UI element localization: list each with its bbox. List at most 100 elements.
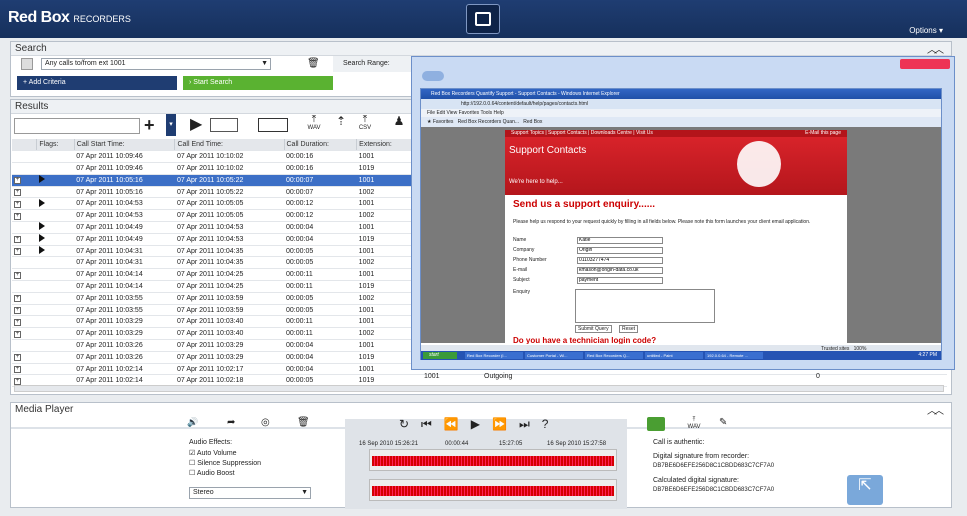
- delete-icon[interactable]: 🗑: [307, 58, 320, 69]
- expand-icon[interactable]: +: [14, 177, 21, 185]
- submit-button[interactable]: Submit Query: [575, 325, 612, 333]
- expand-cell[interactable]: [12, 162, 37, 175]
- form-field[interactable]: [577, 236, 663, 244]
- expand-cell[interactable]: +: [12, 292, 37, 305]
- taskbar-item[interactable]: Red Box Recorders Q...: [585, 352, 643, 359]
- silence-suppression-checkbox[interactable]: ☐ Silence Suppression: [189, 459, 261, 467]
- add-criteria-button[interactable]: + Add Criteria: [17, 76, 177, 90]
- page-heading: Support Contacts: [509, 145, 587, 156]
- auto-volume-checkbox[interactable]: ☑ Auto Volume: [189, 449, 237, 457]
- search-title: Search: [15, 43, 47, 54]
- expand-cell[interactable]: +: [12, 363, 37, 376]
- expand-icon[interactable]: +: [14, 318, 21, 326]
- taskbar-item[interactable]: Red Box Recorder (I...: [465, 352, 523, 359]
- media-collapse-icon[interactable]: ︿︿: [927, 405, 944, 419]
- share-icon[interactable]: ⇡: [334, 114, 348, 136]
- fullscreen-button[interactable]: [466, 4, 500, 34]
- column-start[interactable]: Call Start Time:: [74, 139, 176, 152]
- add-icon[interactable]: +: [144, 114, 155, 136]
- expand-icon[interactable]: +: [14, 189, 21, 197]
- expand-icon[interactable]: +: [14, 248, 21, 256]
- column-flags[interactable]: Flags:: [36, 139, 75, 152]
- play-icon[interactable]: ▶: [190, 114, 202, 136]
- taskbar: start Red Box Recorder (I... Customer Por…: [421, 351, 941, 360]
- form-field[interactable]: [577, 246, 663, 254]
- expand-cell[interactable]: +: [12, 315, 37, 329]
- transport-controls[interactable]: ↻⏮⏪▶⏩⏭?: [399, 417, 579, 432]
- expand-cell[interactable]: +: [12, 327, 37, 341]
- users-icon[interactable]: ♟: [390, 114, 408, 136]
- duration-cell: 00:00:05: [284, 304, 357, 317]
- expand-cell[interactable]: +: [12, 351, 37, 364]
- expand-cell[interactable]: +: [12, 268, 37, 282]
- waveform-left[interactable]: [369, 449, 617, 471]
- options-menu[interactable]: Options ▾: [909, 26, 943, 35]
- form-field[interactable]: [577, 276, 663, 284]
- save-search-icon[interactable]: [21, 58, 33, 70]
- search-audio-icon[interactable]: ◎: [261, 417, 277, 431]
- results-filter-input[interactable]: [14, 118, 140, 134]
- expand-cell[interactable]: [12, 280, 37, 293]
- edit-icon[interactable]: ✎: [719, 417, 727, 428]
- forward-icon[interactable]: ➦: [227, 417, 243, 431]
- tab-2[interactable]: Red Box: [523, 119, 542, 125]
- search-filter-select[interactable]: Any calls to/from ext 1001 ▼: [41, 58, 271, 70]
- grid-view-icon[interactable]: [258, 118, 288, 132]
- browser-title: Red Box Recorders Quantify Support - Sup…: [421, 89, 941, 99]
- column-end[interactable]: Call End Time:: [174, 139, 285, 152]
- enquiry-textarea[interactable]: [575, 289, 715, 323]
- expand-icon[interactable]: +: [14, 366, 21, 374]
- volume-icon[interactable]: 🔊: [187, 417, 203, 431]
- media-title: Media Player: [15, 404, 74, 415]
- expand-icon[interactable]: +: [14, 330, 21, 338]
- expand-cell[interactable]: +: [12, 304, 37, 317]
- expand-cell[interactable]: [12, 150, 37, 164]
- expand-icon[interactable]: +: [14, 307, 21, 315]
- taskbar-item[interactable]: Customer Portal - Wi...: [525, 352, 583, 359]
- expand-icon[interactable]: +: [14, 212, 21, 220]
- expand-cell[interactable]: [12, 221, 37, 234]
- expand-icon[interactable]: +: [14, 236, 21, 244]
- transcript-icon[interactable]: [210, 118, 238, 132]
- taskbar-item[interactable]: 192.0.0.64 - Remote ...: [705, 352, 763, 359]
- expand-icon[interactable]: +: [14, 377, 21, 385]
- start-search-button[interactable]: › Start Search: [183, 76, 333, 90]
- tab-1[interactable]: Red Box Recorders Quan...: [458, 119, 519, 125]
- audio-boost-checkbox[interactable]: ☐ Audio Boost: [189, 469, 235, 477]
- expand-cell[interactable]: +: [12, 186, 37, 199]
- address-bar[interactable]: http://192.0.0.64/content/default/help/p…: [421, 99, 941, 109]
- expand-cell[interactable]: +: [12, 209, 37, 223]
- expand-icon[interactable]: +: [14, 200, 21, 208]
- window-controls[interactable]: [900, 59, 950, 69]
- expand-icon[interactable]: +: [14, 354, 21, 362]
- media-wav-icon[interactable]: ⤒ WAV: [683, 417, 705, 430]
- expand-cell[interactable]: [12, 339, 37, 352]
- horizontal-scrollbar[interactable]: [14, 385, 944, 392]
- popout-icon[interactable]: ⇱: [847, 475, 883, 505]
- export-csv-icon[interactable]: ⤒ CSV: [356, 114, 374, 136]
- reset-button[interactable]: Reset: [619, 325, 639, 333]
- export-wav-icon[interactable]: ⤒ WAV: [304, 114, 324, 136]
- expand-cell[interactable]: +: [12, 245, 37, 258]
- authentic-check-icon[interactable]: [647, 417, 665, 431]
- expand-cell[interactable]: [12, 256, 37, 270]
- dropdown-icon[interactable]: ▾: [166, 114, 176, 136]
- media-delete-icon[interactable]: 🗑: [297, 417, 313, 431]
- expand-icon[interactable]: +: [14, 271, 21, 279]
- column-duration[interactable]: Call Duration:: [284, 139, 358, 152]
- form-field[interactable]: [577, 256, 663, 264]
- channel-select[interactable]: Stereo ▼: [189, 487, 311, 499]
- page-links[interactable]: Support Topics | Support Contacts | Down…: [505, 130, 847, 137]
- results-toolbar: + ▾ ▶ ⤒ WAV ⇡ ⤒ CSV ♟: [10, 114, 410, 138]
- expand-cell[interactable]: +: [12, 233, 37, 246]
- back-forward-icon[interactable]: [422, 71, 444, 81]
- expand-cell[interactable]: +: [12, 197, 37, 211]
- email-page-link[interactable]: E-Mail this page: [805, 130, 841, 137]
- taskbar-item[interactable]: untitled - Paint: [645, 352, 703, 359]
- start-button[interactable]: start: [423, 352, 457, 359]
- waveform-right[interactable]: [369, 479, 617, 501]
- expand-cell[interactable]: +: [12, 174, 37, 187]
- form-field[interactable]: [577, 266, 663, 274]
- duration-cell: 00:00:04: [284, 351, 357, 364]
- expand-icon[interactable]: +: [14, 295, 21, 303]
